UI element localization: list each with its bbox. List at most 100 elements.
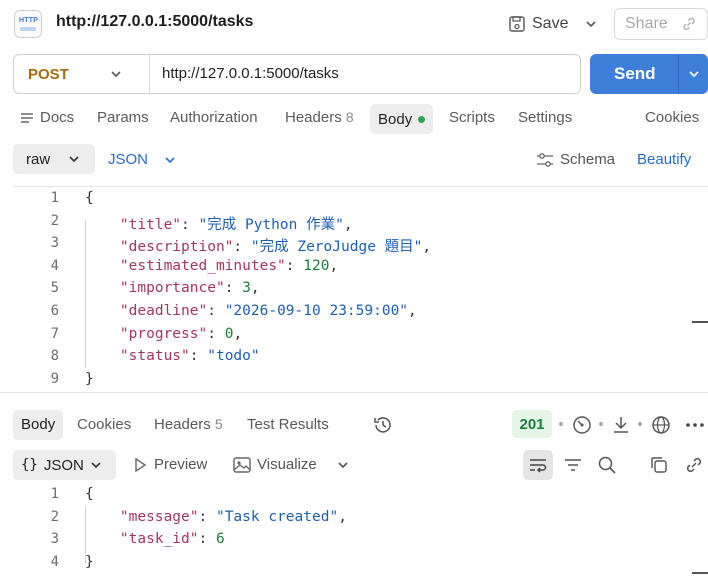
chevron-down-icon [165,156,175,163]
line-number: 7 [50,325,59,342]
chevron-down-icon[interactable] [336,458,350,472]
save-button[interactable]: Save [508,10,568,38]
visualize-button[interactable]: Visualize [233,456,317,473]
tab-headers[interactable]: Headers 8 [285,109,354,126]
request-body-editor[interactable]: 1{2 "title": "完成 Python 作業", 3 "descripti… [13,186,708,390]
code-line[interactable]: 3 "description": "完成 ZeroJudge 題目", [13,233,708,255]
body-mode-select[interactable]: raw [13,144,95,174]
beautify-button[interactable]: Beautify [637,151,691,168]
tab-scripts[interactable]: Scripts [449,109,495,126]
save-label: Save [532,15,569,32]
code-token: , [329,257,339,274]
filter-icon[interactable] [563,455,583,475]
more-options-icon[interactable] [684,414,706,436]
response-tab-headers[interactable]: Headers 5 [154,416,223,433]
search-icon[interactable] [597,455,617,475]
save-icon [509,16,525,32]
response-tab-cookies[interactable]: Cookies [77,416,131,433]
code-token: : [233,239,251,256]
code-token: : [198,531,216,548]
tab-params[interactable]: Params [97,109,149,126]
code-line[interactable]: 2 "title": "完成 Python 作業", [13,211,708,233]
response-tab-body[interactable]: Body [13,410,64,440]
code-line[interactable]: 7 "progress": 0, [13,324,708,346]
code-line[interactable]: 4} [13,552,708,574]
code-line[interactable]: 3 "task_id": 6 [13,529,708,551]
code-token: , [338,508,347,525]
link-icon [683,17,695,31]
tab-body[interactable]: Body [370,104,434,134]
code-token: : [207,325,225,342]
code-token: { [85,486,94,502]
line-number: 4 [50,553,59,570]
code-line[interactable]: 2 "message": "Task created", [13,507,708,529]
schema-button[interactable]: Schema [536,151,615,168]
response-body-viewer[interactable]: 1{2 "message": "Task created", 3 "task_id… [13,484,708,578]
code-text: "importance": 3, [85,280,260,296]
code-text: "progress": 0, [85,326,242,342]
share-button[interactable]: Share [614,8,708,40]
schema-label: Schema [560,151,616,168]
send-label: Send [614,64,656,83]
code-token: { [85,190,94,206]
preview-label: Preview [154,456,208,473]
link-icon[interactable] [684,455,704,475]
pane-divider[interactable] [0,392,708,393]
code-token: "message" [119,508,199,525]
code-token: "importance" [119,280,225,297]
download-icon[interactable] [610,414,632,436]
tab-authorization[interactable]: Authorization [170,109,258,126]
url-input[interactable] [162,65,562,82]
code-text: } [85,554,94,570]
response-format-select[interactable]: {} JSON [13,450,116,480]
response-tab-test-results[interactable]: Test Results [247,416,329,433]
preview-button[interactable]: Preview [132,456,207,473]
code-text: "deadline": "2026-09-10 23:59:00", [85,303,417,319]
code-token: "estimated_minutes" [119,257,286,274]
schema-icon [537,152,553,167]
chevron-down-icon[interactable] [686,66,702,82]
code-line[interactable]: 1{ [13,484,708,506]
request-title[interactable]: http://127.0.0.1:5000/tasks [56,13,253,31]
code-token: "task_id" [119,531,199,548]
chevron-down-icon [586,21,596,28]
code-line[interactable]: 8 "status": "todo" [13,346,708,368]
code-token: , [233,325,243,342]
code-text: { [85,190,94,206]
play-icon [135,457,147,472]
code-line[interactable]: 6 "deadline": "2026-09-10 23:59:00", [13,301,708,323]
code-line[interactable]: 9} [13,369,708,391]
globe-icon[interactable] [650,414,672,436]
tab-settings[interactable]: Settings [518,109,572,126]
code-text: "estimated_minutes": 120, [85,258,338,274]
line-number: 5 [50,280,59,297]
language-select[interactable]: JSON [108,151,176,168]
response-time-icon[interactable] [571,414,593,436]
code-line[interactable]: 1{ [13,188,708,210]
code-token: , [250,280,260,297]
code-line[interactable]: 5 "importance": 3, [13,278,708,300]
chevron-down-icon [91,462,101,469]
code-token: "status" [119,348,190,365]
code-line[interactable]: 4 "estimated_minutes": 120, [13,256,708,278]
code-text: "title": "完成 Python 作業", [85,213,353,234]
status-code-badge[interactable]: 201 [512,410,552,438]
response-format-label: JSON [43,456,84,474]
save-options-button[interactable] [580,12,602,36]
word-wrap-button[interactable] [523,450,553,480]
copy-icon[interactable] [649,455,669,475]
method-select[interactable]: POST [14,55,150,93]
code-token: } [85,370,94,387]
request-tabs: Docs Params Authorization Headers 8 Body… [0,104,708,134]
tab-cookies[interactable]: Cookies [645,109,699,126]
history-icon[interactable] [372,414,394,436]
line-number: 1 [50,486,59,502]
send-button[interactable]: Send [590,54,708,94]
line-number: 3 [50,531,59,548]
code-token: : [189,348,208,365]
tab-docs[interactable]: Docs [20,109,74,126]
